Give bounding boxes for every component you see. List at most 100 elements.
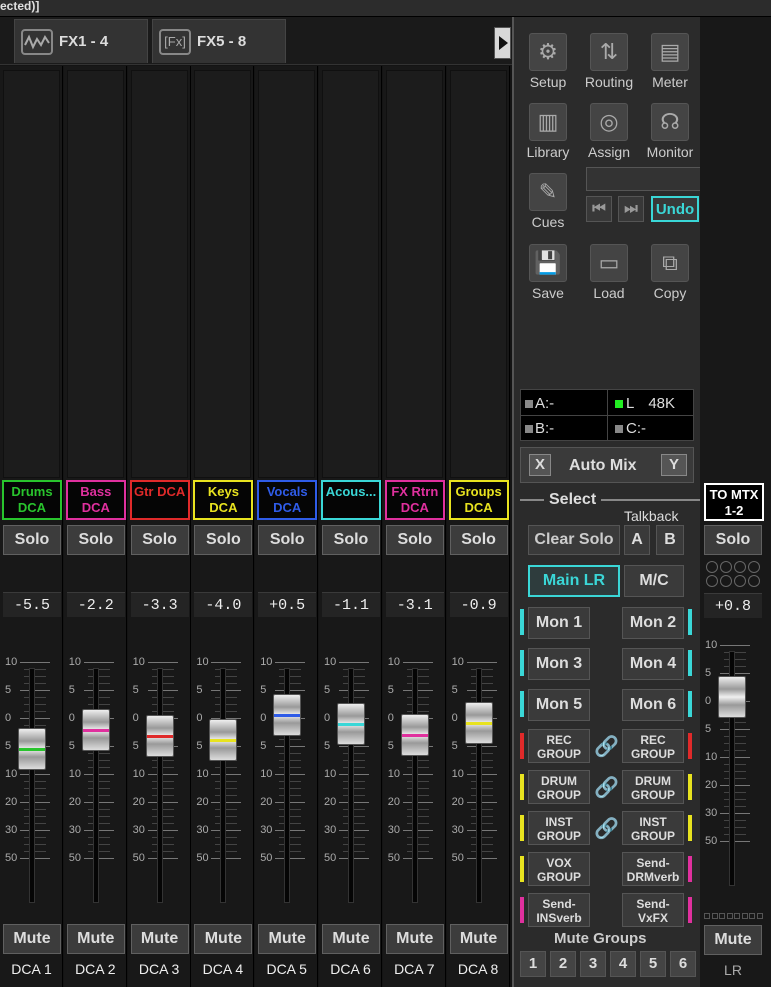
solo-button[interactable]: Solo bbox=[449, 525, 508, 555]
tool-library-button[interactable]: ▥ Library bbox=[518, 95, 578, 163]
mute-button[interactable]: Mute bbox=[258, 924, 317, 954]
solo-button[interactable]: Solo bbox=[322, 525, 380, 555]
scale-minor bbox=[406, 844, 429, 845]
dca-name[interactable]: Keys DCA bbox=[193, 480, 254, 520]
mute-group-button[interactable]: 4 bbox=[610, 951, 636, 977]
scale-tick: 30 bbox=[68, 824, 82, 836]
fader-track[interactable] bbox=[411, 668, 418, 903]
tool-copy-button[interactable]: ⧉ Copy bbox=[640, 236, 700, 304]
main-lr-button[interactable]: Main LR bbox=[528, 565, 620, 597]
prev-cue-button[interactable]: ⏮ bbox=[586, 196, 612, 222]
window-title: ected)] bbox=[0, 0, 40, 13]
group-button-right[interactable]: DRUM GROUP bbox=[622, 770, 684, 804]
fader-track[interactable] bbox=[156, 668, 163, 903]
talkback-a-button[interactable]: A bbox=[624, 525, 650, 555]
monitor-button[interactable]: Mon 5 bbox=[528, 689, 590, 721]
scale-line bbox=[211, 690, 242, 691]
undo-button[interactable]: Undo bbox=[651, 196, 699, 222]
monitor-button[interactable]: Mon 3 bbox=[528, 648, 590, 680]
mute-group-button[interactable]: 5 bbox=[640, 951, 666, 977]
mute-group-button[interactable]: 6 bbox=[670, 951, 696, 977]
tool-save-button[interactable]: 💾 Save bbox=[518, 236, 578, 304]
monitor-button[interactable]: Mon 2 bbox=[622, 607, 684, 639]
dca-name[interactable]: Groups DCA bbox=[448, 480, 509, 520]
mute-button[interactable]: Mute bbox=[3, 924, 61, 954]
mute-button[interactable]: Mute bbox=[449, 924, 508, 954]
scale-line bbox=[402, 774, 433, 775]
mute-group-button[interactable]: 2 bbox=[550, 951, 576, 977]
mute-button[interactable]: Mute bbox=[66, 924, 125, 954]
group-button-left[interactable]: VOX GROUP bbox=[528, 852, 590, 886]
link-icon[interactable]: 🔗 bbox=[594, 817, 619, 841]
dca-name[interactable]: Bass DCA bbox=[65, 480, 126, 520]
link-icon[interactable]: 🔗 bbox=[594, 776, 619, 800]
fader-knob[interactable] bbox=[145, 715, 174, 758]
scale-minor bbox=[215, 704, 238, 705]
solo-button[interactable]: Solo bbox=[385, 525, 444, 555]
group-button-left[interactable]: REC GROUP bbox=[528, 729, 590, 763]
fader-knob[interactable] bbox=[400, 714, 429, 757]
mute-button[interactable]: Mute bbox=[130, 924, 189, 954]
tool-assign-button[interactable]: ◎ Assign bbox=[579, 95, 639, 163]
fader-knob[interactable] bbox=[81, 709, 110, 752]
next-cue-button[interactable]: ⏭ bbox=[618, 196, 644, 222]
monitor-button[interactable]: Mon 6 bbox=[622, 689, 684, 721]
tool-load-button[interactable]: ▭ Load bbox=[579, 236, 639, 304]
fader-track[interactable] bbox=[29, 668, 35, 903]
group-button-left[interactable]: Send-INSverb bbox=[528, 893, 590, 927]
mute-group-button[interactable]: 1 bbox=[520, 951, 546, 977]
fader-track[interactable] bbox=[220, 668, 227, 903]
solo-button[interactable]: Solo bbox=[3, 525, 61, 555]
automix-x-button[interactable]: X bbox=[529, 454, 551, 476]
link-icon[interactable]: 🔗 bbox=[594, 735, 619, 759]
tool-setup-button[interactable]: ⚙ Setup bbox=[518, 25, 578, 93]
monitor-button[interactable]: Mon 4 bbox=[622, 648, 684, 680]
tab-fx5-8[interactable]: [Fx] FX5 - 8 bbox=[152, 19, 286, 63]
fader-knob[interactable] bbox=[18, 727, 46, 770]
monitor-button[interactable]: Mon 1 bbox=[528, 607, 590, 639]
dca-name[interactable]: Acous... bbox=[321, 480, 381, 520]
mute-button[interactable]: Mute bbox=[385, 924, 444, 954]
scale-line bbox=[720, 673, 750, 674]
fader-knob[interactable] bbox=[209, 719, 238, 762]
fader-knob[interactable] bbox=[273, 694, 302, 737]
master-mute-button[interactable]: Mute bbox=[704, 925, 762, 955]
fader-knob[interactable] bbox=[718, 675, 746, 718]
dca-name[interactable]: Gtr DCA bbox=[129, 480, 190, 520]
solo-button[interactable]: Solo bbox=[66, 525, 125, 555]
mute-group-button[interactable]: 3 bbox=[580, 951, 606, 977]
group-button-left[interactable]: INST GROUP bbox=[528, 811, 590, 845]
mute-button[interactable]: Mute bbox=[322, 924, 380, 954]
title-bar: ected)] bbox=[0, 0, 771, 17]
fader-knob[interactable] bbox=[337, 703, 365, 746]
scale-minor bbox=[724, 834, 746, 835]
talkback-b-button[interactable]: B bbox=[656, 525, 684, 555]
tool-cues-button[interactable]: ✎ Cues bbox=[518, 165, 578, 233]
clear-solo-button[interactable]: Clear Solo bbox=[528, 525, 620, 555]
solo-button[interactable]: Solo bbox=[130, 525, 189, 555]
automix-y-button[interactable]: Y bbox=[661, 454, 687, 476]
mc-button[interactable]: M/C bbox=[624, 565, 684, 597]
tab-fx1-4[interactable]: FX1 - 4 bbox=[14, 19, 148, 63]
fader-knob[interactable] bbox=[464, 702, 493, 745]
dca-name[interactable]: Vocals DCA bbox=[257, 480, 318, 520]
mute-button[interactable]: Mute bbox=[194, 924, 253, 954]
group-button-right[interactable]: Send-VxFX bbox=[622, 893, 684, 927]
solo-button[interactable]: Solo bbox=[194, 525, 253, 555]
scale-minor bbox=[406, 767, 429, 768]
tool-monitor-button[interactable]: ☊ Monitor bbox=[640, 95, 700, 163]
scale-minor bbox=[215, 809, 238, 810]
solo-button[interactable]: Solo bbox=[258, 525, 317, 555]
tool-meter-button[interactable]: ▤ Meter bbox=[640, 25, 700, 93]
group-button-left[interactable]: DRUM GROUP bbox=[528, 770, 590, 804]
group-indicator bbox=[688, 815, 692, 841]
tool-routing-button[interactable]: ⇅ Routing bbox=[579, 25, 639, 93]
tab-scroll-right-button[interactable] bbox=[494, 27, 511, 59]
group-button-right[interactable]: Send-DRMverb bbox=[622, 852, 684, 886]
dca-name[interactable]: Drums DCA bbox=[2, 480, 62, 520]
group-button-right[interactable]: REC GROUP bbox=[622, 729, 684, 763]
group-button-right[interactable]: INST GROUP bbox=[622, 811, 684, 845]
fader-track[interactable] bbox=[92, 668, 99, 903]
scale-tick: 50 bbox=[451, 852, 464, 864]
dca-name[interactable]: FX Rtrn DCA bbox=[384, 480, 445, 520]
